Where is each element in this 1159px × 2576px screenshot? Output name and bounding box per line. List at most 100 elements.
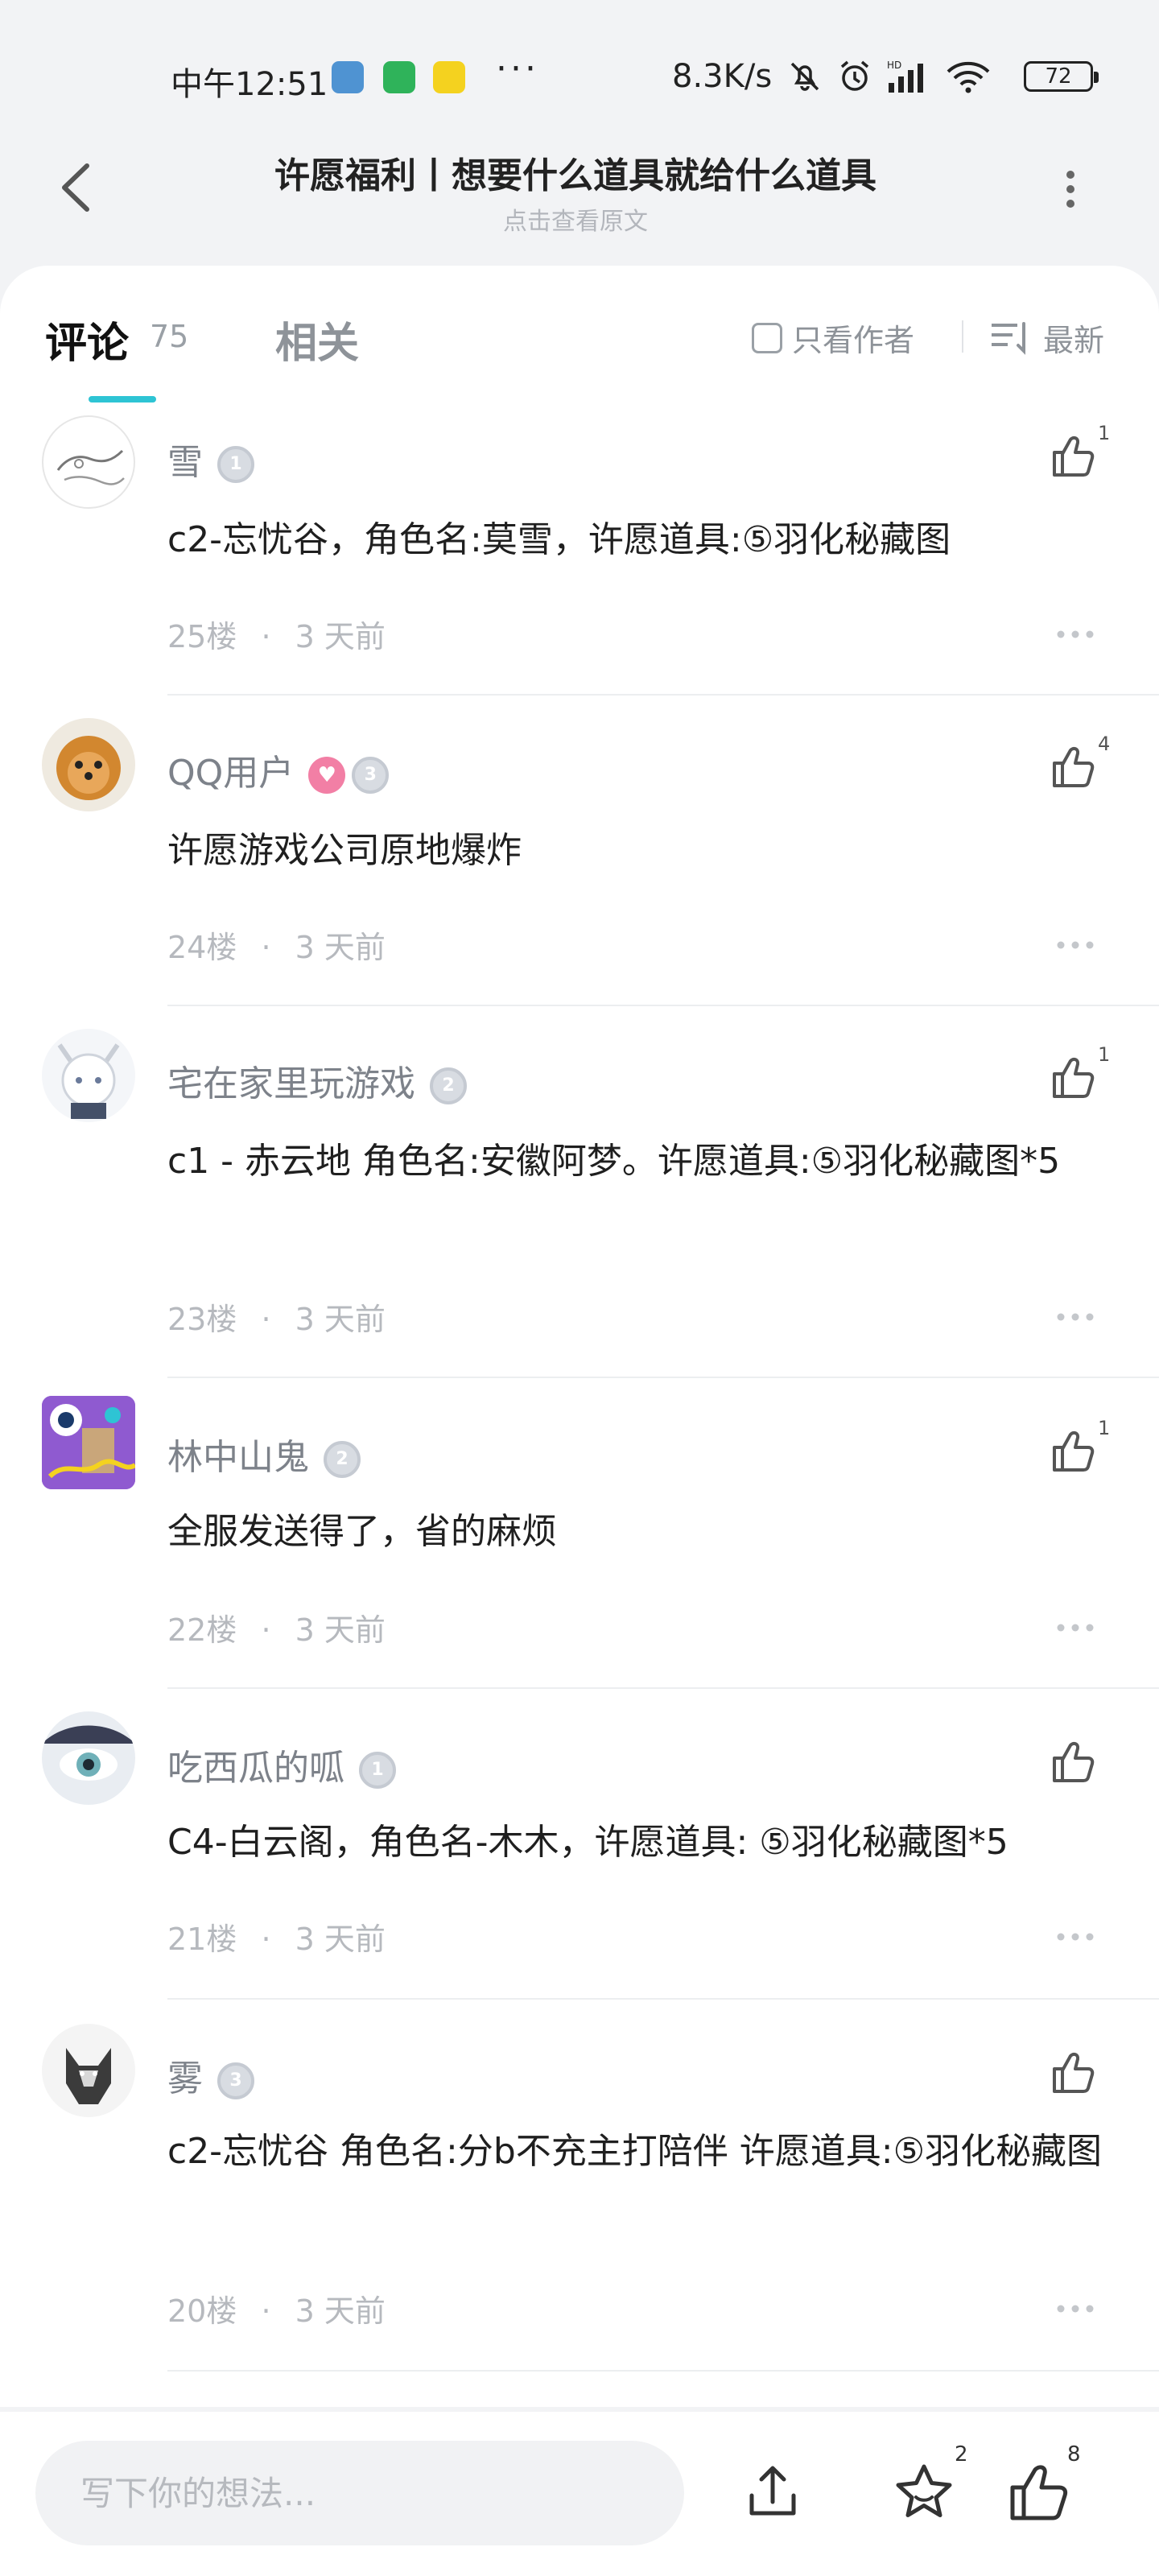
like-count: 1 — [1098, 1417, 1111, 1439]
more-horizontal-icon[interactable] — [1054, 628, 1096, 641]
like-icon[interactable] — [1048, 1053, 1096, 1101]
avatar[interactable] — [42, 2024, 135, 2117]
meta-separator: · — [261, 1922, 271, 1957]
author-only-toggle[interactable]: 只看作者 — [752, 316, 914, 360]
avatar[interactable] — [42, 718, 135, 811]
row-divider — [167, 1687, 1159, 1689]
tab-related[interactable]: 相关 — [275, 309, 359, 369]
sort-icon — [992, 321, 1025, 355]
back-arrow-icon[interactable] — [56, 159, 97, 216]
comment-time: 3 天前 — [295, 930, 386, 965]
row-divider — [167, 2370, 1159, 2372]
signal-icon: HD — [887, 60, 923, 93]
tab-comments[interactable]: 评论 — [45, 309, 129, 369]
author-only-label: 只看作者 — [792, 323, 915, 358]
level-badge-icon: 2 — [430, 1067, 467, 1104]
comment-content: 全服发送得了，省的麻烦 — [167, 1511, 557, 1552]
like-count: 4 — [1098, 733, 1111, 755]
share-icon[interactable] — [740, 2460, 805, 2524]
page-title: 许愿福利丨想要什么道具就给什么道具 — [274, 155, 876, 196]
favorite-count: 2 — [955, 2442, 968, 2467]
like-icon[interactable] — [1048, 742, 1096, 791]
avatar[interactable] — [42, 1029, 135, 1122]
tab-comments-count: 75 — [150, 319, 189, 354]
status-bar: 中午12:51 ··· 8.3K/s HD 72 — [0, 0, 1159, 153]
meta-separator: · — [261, 2293, 271, 2329]
colorful-avatar-icon — [42, 1396, 135, 1489]
toolbar-divider — [962, 320, 963, 353]
username-text: 林中山鬼 — [167, 1437, 309, 1478]
meta-separator: · — [261, 1612, 271, 1648]
comment-time: 3 天前 — [295, 619, 386, 654]
comment-meta: 24楼 · 3 天前 — [167, 923, 386, 967]
status-time: 中午12:51 — [171, 66, 328, 103]
meta-separator: · — [261, 619, 271, 654]
app-icon-green — [383, 61, 415, 93]
comment-meta: 23楼 · 3 天前 — [167, 1294, 386, 1339]
avatar[interactable] — [42, 1396, 135, 1489]
comment-time: 3 天前 — [295, 1612, 386, 1648]
floor-number: 25楼 — [167, 619, 237, 654]
floor-number: 20楼 — [167, 2293, 237, 2329]
app-icon-blue — [332, 61, 364, 93]
comment-content: c2-忘忧谷，角色名:莫雪，许愿道具:⑤羽化秘藏图 — [167, 519, 951, 560]
avatar[interactable] — [42, 415, 135, 509]
like-count: 1 — [1098, 422, 1111, 444]
username-text: QQ用户 — [167, 753, 295, 794]
sort-label: 最新 — [1043, 323, 1105, 358]
like-icon[interactable] — [1048, 1737, 1096, 1785]
comment-input[interactable] — [35, 2441, 684, 2545]
comment-meta: 20楼 · 3 天前 — [167, 2286, 386, 2330]
comment-username[interactable]: 吃西瓜的呱 1 — [167, 1739, 396, 1790]
more-horizontal-icon[interactable] — [1054, 1930, 1096, 1943]
like-count: 1 — [1098, 1043, 1111, 1066]
dog-avatar-icon — [56, 736, 121, 800]
bottom-action-bar: 2 8 — [0, 2412, 1159, 2576]
wolf-avatar-icon — [66, 2048, 111, 2104]
view-original-link[interactable]: 点击查看原文 — [145, 201, 1006, 237]
battery-indicator: 72 — [1024, 61, 1099, 92]
comment-content: C4-白云阁，角色名-木木，许愿道具: ⑤羽化秘藏图*5 — [167, 1822, 1008, 1863]
comment-time: 3 天前 — [295, 2293, 386, 2329]
sketch-avatar-icon — [56, 449, 125, 485]
more-horizontal-icon[interactable] — [1054, 2302, 1096, 2315]
username-text: 宅在家里玩游戏 — [167, 1063, 415, 1104]
comment-username[interactable]: QQ用户 ♥ 3 — [167, 744, 390, 795]
checkbox-icon[interactable] — [752, 322, 782, 353]
level-badge-icon: 1 — [359, 1752, 396, 1789]
comment-meta: 25楼 · 3 天前 — [167, 612, 386, 656]
row-divider — [167, 694, 1159, 696]
status-icons: HD — [786, 56, 992, 97]
more-vertical-icon[interactable] — [1054, 165, 1087, 213]
comment-meta: 21楼 · 3 天前 — [167, 1914, 386, 1959]
username-text: 雾 — [167, 2058, 203, 2099]
like-icon[interactable] — [1004, 2460, 1069, 2524]
row-divider — [167, 1998, 1159, 2000]
favorite-star-icon[interactable] — [892, 2460, 956, 2524]
more-horizontal-icon[interactable] — [1054, 939, 1096, 952]
username-text: 雪 — [167, 442, 203, 483]
floor-number: 22楼 — [167, 1612, 237, 1648]
more-horizontal-icon[interactable] — [1054, 1621, 1096, 1634]
comment-username[interactable]: 雾3 — [167, 2050, 254, 2101]
more-horizontal-icon[interactable] — [1054, 1311, 1096, 1323]
like-count: 8 — [1067, 2442, 1081, 2467]
avatar[interactable] — [42, 1711, 135, 1805]
floor-number: 23楼 — [167, 1302, 237, 1337]
eye-avatar-icon — [42, 1725, 135, 1781]
wifi-icon — [947, 61, 990, 93]
like-icon[interactable] — [1048, 431, 1096, 480]
sort-button[interactable]: 最新 — [990, 316, 1104, 360]
comment-meta: 22楼 · 3 天前 — [167, 1605, 386, 1649]
active-tab-indicator — [89, 396, 156, 402]
comment-time: 3 天前 — [295, 1922, 386, 1957]
comment-username[interactable]: 雪1 — [167, 433, 254, 485]
fan-badge-icon: ♥ — [308, 757, 346, 794]
alarm-icon — [840, 60, 869, 91]
like-icon[interactable] — [1048, 2048, 1096, 2096]
status-more-dots: ··· — [496, 48, 539, 89]
like-icon[interactable] — [1048, 1426, 1096, 1475]
comment-username[interactable]: 林中山鬼 2 — [167, 1428, 361, 1480]
floor-number: 21楼 — [167, 1922, 237, 1957]
comment-username[interactable]: 宅在家里玩游戏 2 — [167, 1055, 467, 1106]
